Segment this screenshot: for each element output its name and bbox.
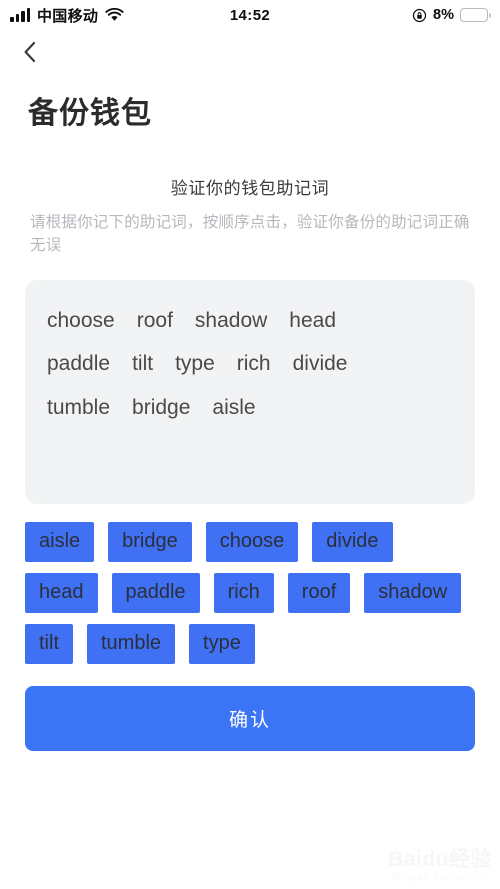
word-bank: aisle bridge choose divide head paddle rich roo… — [25, 521, 475, 664]
nav-bar — [0, 30, 500, 74]
mnemonic-word[interactable]: type — [175, 348, 215, 380]
status-bar-right: 8% — [412, 7, 491, 23]
mnemonic-word[interactable]: divide — [293, 348, 348, 380]
word-chip[interactable]: tumble — [87, 623, 176, 664]
verify-subtext: 请根据你记下的助记词，按顺序点击，验证你备份的助记词正确无误 — [30, 214, 470, 254]
chevron-left-icon — [22, 40, 38, 64]
word-chip[interactable]: rich — [213, 572, 274, 613]
status-bar-left: 中国移动 — [10, 5, 124, 26]
wifi-icon — [105, 8, 124, 22]
mnemonic-row: tumble bridge aisle — [47, 392, 453, 424]
status-bar: 中国移动 14:52 8% — [0, 0, 500, 30]
rotation-lock-icon — [412, 8, 427, 23]
mnemonic-word[interactable]: rich — [237, 348, 271, 380]
page-title: 备份钱包 — [28, 97, 152, 130]
verify-heading: 验证你的钱包助记词 — [170, 179, 330, 198]
mnemonic-word-list: choose roof shadow head paddle tilt type rich di… — [47, 305, 453, 424]
watermark-sub: jingyan.baidu.com — [391, 871, 489, 883]
mnemonic-word[interactable]: tumble — [47, 392, 110, 424]
back-button[interactable] — [22, 35, 56, 69]
watermark: Baidu经验 jingyan.baidu.com — [388, 843, 492, 883]
mnemonic-row: choose roof shadow head — [47, 305, 453, 337]
watermark-main: Baidu经验 — [388, 848, 492, 871]
app-screen: 中国移动 14:52 8% 备份钱包 验证你的钱包助记词 请根据你记下的助记词，… — [0, 0, 500, 889]
word-chip[interactable]: roof — [287, 572, 351, 613]
mnemonic-word[interactable]: shadow — [195, 305, 267, 337]
battery-icon — [460, 8, 491, 22]
carrier-label: 中国移动 — [37, 7, 99, 25]
word-chip[interactable]: divide — [312, 521, 393, 562]
word-chip[interactable]: paddle — [111, 572, 200, 613]
battery-percent-label: 8% — [433, 7, 454, 23]
mnemonic-panel: choose roof shadow head paddle tilt type rich di… — [25, 279, 475, 504]
mnemonic-row: paddle tilt type rich divide — [47, 348, 453, 380]
mnemonic-word[interactable]: head — [289, 305, 336, 337]
mnemonic-word[interactable]: choose — [47, 305, 115, 337]
word-chip[interactable]: tilt — [25, 623, 73, 664]
mnemonic-word[interactable]: tilt — [132, 348, 153, 380]
word-chip[interactable]: choose — [205, 521, 299, 562]
mnemonic-word[interactable]: paddle — [47, 348, 110, 380]
confirm-button[interactable]: 确认 — [25, 685, 475, 751]
signal-bars-icon — [10, 8, 30, 22]
word-chip[interactable]: shadow — [364, 572, 462, 613]
mnemonic-word[interactable]: aisle — [212, 392, 255, 424]
word-chip[interactable]: bridge — [108, 521, 192, 562]
word-chip[interactable]: head — [25, 572, 98, 613]
mnemonic-word[interactable]: roof — [137, 305, 173, 337]
word-chip[interactable]: aisle — [25, 521, 95, 562]
mnemonic-word[interactable]: bridge — [132, 392, 190, 424]
word-chip[interactable]: type — [189, 623, 255, 664]
